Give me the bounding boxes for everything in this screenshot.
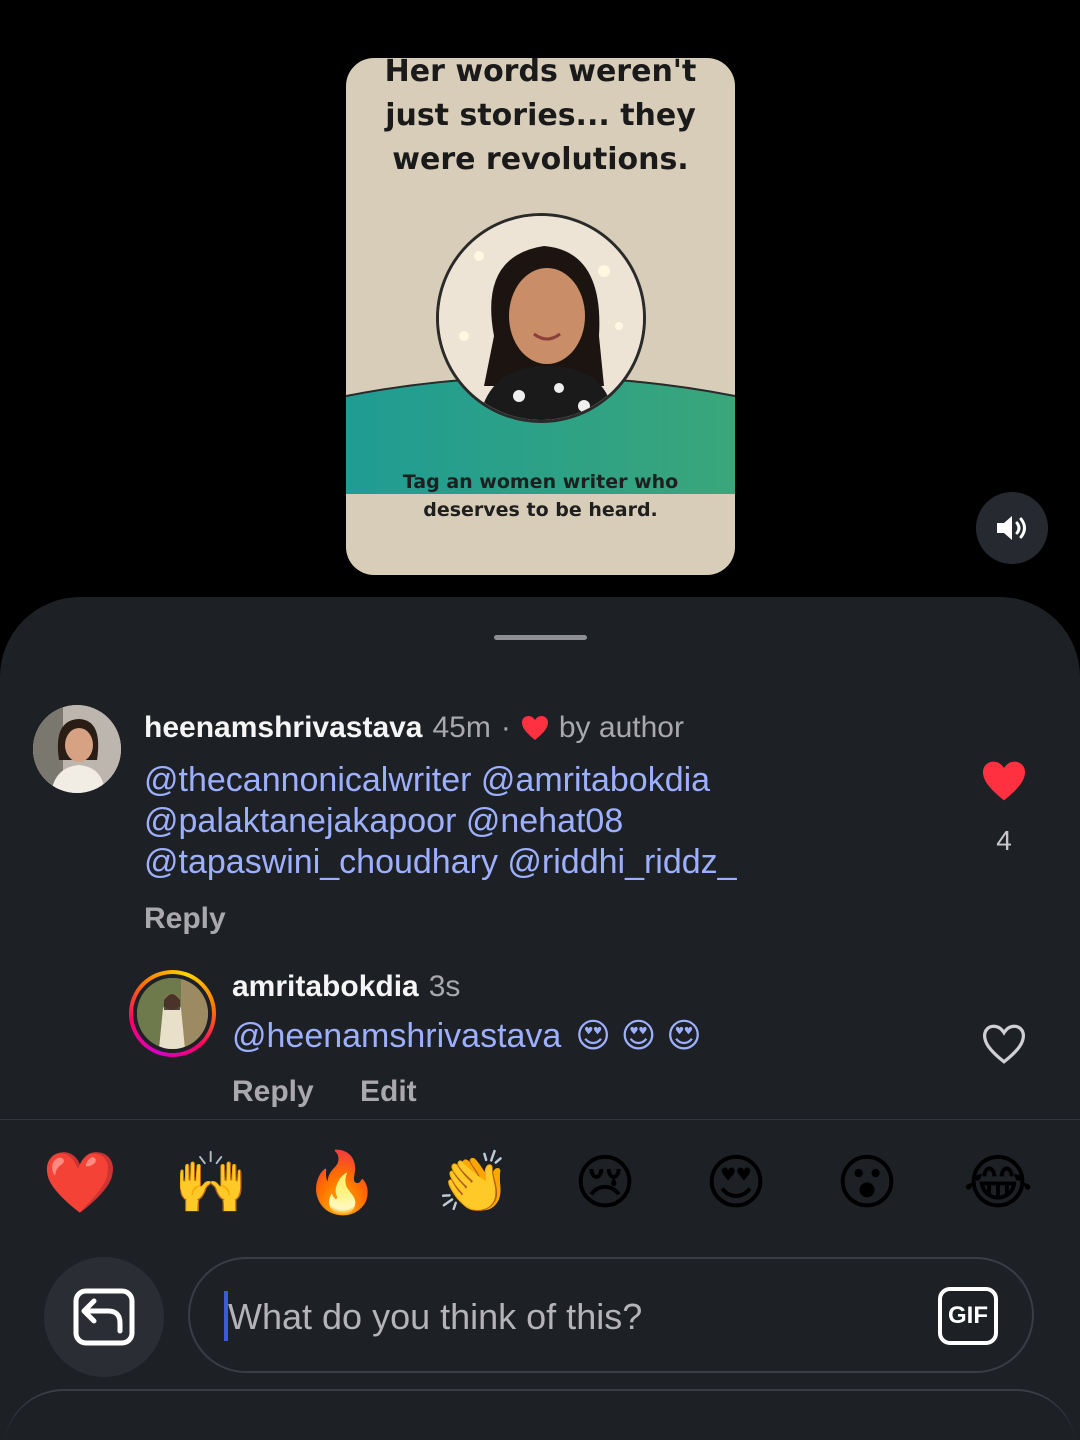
writer-portrait-image (439, 216, 643, 420)
reaction-heart-eyes[interactable]: 😍 (698, 1145, 774, 1221)
comment-body: @thecannonicalwriter @amritabokdia @pala… (144, 760, 737, 883)
edit-button[interactable]: Edit (360, 1075, 417, 1109)
comments-sheet: heenamshrivastava 45m · by author @theca… (0, 597, 1080, 1440)
avatar[interactable] (33, 705, 121, 793)
sheet-drag-handle[interactable] (494, 635, 587, 640)
heart-outline-icon (982, 1024, 1026, 1064)
comment-meta: heenamshrivastava 45m · by author (144, 711, 684, 745)
reel-preview-card[interactable]: Her words weren't just stories... they w… (346, 58, 735, 575)
reel-headline: Her words weren't just stories... they w… (346, 58, 735, 182)
avatar-image (137, 978, 208, 1049)
avatar (137, 978, 208, 1049)
heart-eyes-emoji: 😍 (575, 1017, 611, 1055)
like-button[interactable] (981, 760, 1027, 807)
reaction-raising-hands[interactable]: 🙌 (173, 1145, 249, 1221)
reaction-clapping[interactable]: 👏 (436, 1145, 512, 1221)
reel-caption: Tag an women writer who deserves to be h… (366, 468, 715, 524)
reaction-laughing[interactable]: 😂 (960, 1145, 1036, 1221)
reply-time: 3s (428, 970, 461, 1003)
like-button[interactable] (981, 1023, 1027, 1070)
meta-separator: · (500, 711, 511, 744)
speaker-icon (997, 516, 1026, 540)
reply-meta: amritabokdia 3s (232, 970, 460, 1004)
reel-headline-line: Her words weren't (384, 58, 697, 89)
quick-reactions-bar: ❤️ 🙌 🔥 👏 😢 😍 😮 😂 (0, 1145, 1080, 1221)
gif-button[interactable]: GIF (938, 1287, 998, 1345)
bottom-sheet-edge (4, 1389, 1076, 1440)
writer-portrait (436, 213, 646, 423)
reshare-button[interactable] (44, 1257, 164, 1377)
reply-body: @heenamshrivastava 😍 😍 😍 (232, 1016, 702, 1057)
reshare-icon (73, 1288, 135, 1346)
reel-caption-line: deserves to be heard. (423, 499, 658, 521)
like-count: 4 (996, 825, 1012, 856)
heart-eyes-emoji: 😍 (620, 1017, 657, 1055)
story-ring[interactable] (129, 970, 216, 1057)
comment-time: 45m (432, 711, 491, 744)
comment-input-container: GIF (188, 1257, 1034, 1373)
screen: Her words weren't just stories... they w… (0, 0, 1080, 1440)
liked-by-author-heart-icon (521, 715, 549, 741)
reply-username[interactable]: amritabokdia (232, 970, 419, 1004)
reel-headline-line: were revolutions. (392, 142, 689, 177)
mention-line[interactable]: @tapaswini_choudhary @riddhi_riddz_ (144, 842, 737, 883)
reactions-divider (0, 1119, 1080, 1120)
sound-toggle-button[interactable] (976, 492, 1048, 564)
reaction-surprised[interactable]: 😮 (829, 1145, 905, 1221)
reply-button[interactable]: Reply (144, 902, 226, 936)
heart-eyes-emoji: 😍 (666, 1017, 702, 1055)
reaction-crying[interactable]: 😢 (567, 1145, 643, 1221)
liked-by-author-label: by author (558, 711, 684, 744)
avatar-image (33, 705, 121, 793)
heart-filled-icon (983, 761, 1025, 801)
comment-input[interactable] (226, 1281, 910, 1353)
reel-headline-line: just stories... they (385, 98, 696, 133)
mention-line[interactable]: @thecannonicalwriter @amritabokdia (144, 760, 737, 801)
mention-line[interactable]: @palaktanejakapoor @nehat08 (144, 801, 737, 842)
reaction-fire[interactable]: 🔥 (304, 1145, 380, 1221)
reply-button[interactable]: Reply (232, 1075, 314, 1109)
mention-link[interactable]: @heenamshrivastava (232, 1016, 561, 1057)
reaction-heart[interactable]: ❤️ (42, 1145, 118, 1221)
comment-username[interactable]: heenamshrivastava (144, 711, 423, 745)
reel-caption-line: Tag an women writer who (402, 471, 679, 493)
